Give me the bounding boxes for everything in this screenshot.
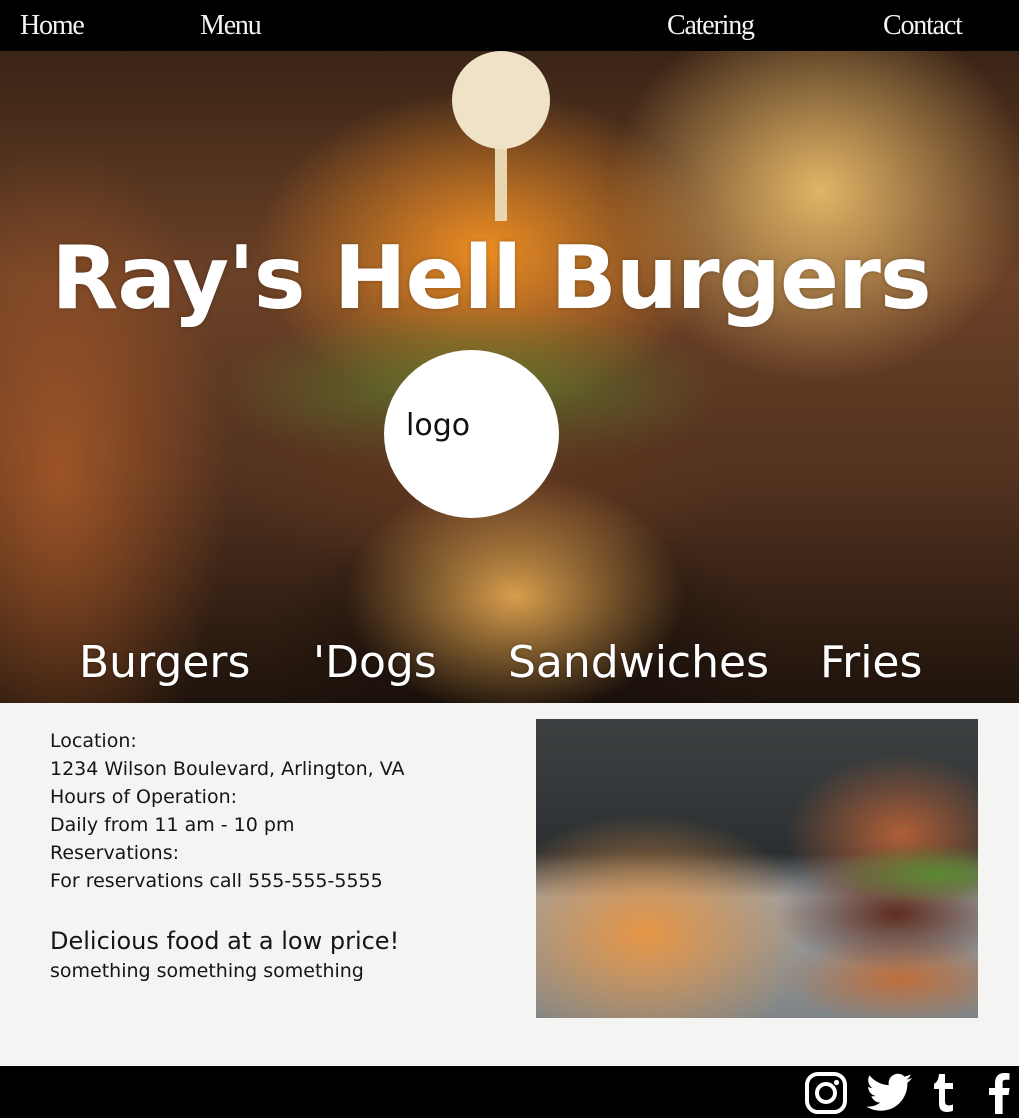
info-section: Location: 1234 Wilson Boulevard, Arlingt… xyxy=(0,703,1019,1066)
hours-value: Daily from 11 am - 10 pm xyxy=(50,814,295,836)
category-burgers-link[interactable]: Burgers xyxy=(79,637,250,688)
category-dogs-link[interactable]: 'Dogs xyxy=(313,637,437,688)
reservations-label: Reservations: xyxy=(50,842,180,864)
nav-menu-link[interactable]: Menu xyxy=(200,10,262,42)
nav-contact-link[interactable]: Contact xyxy=(883,10,963,42)
tagline: Delicious food at a low price! xyxy=(50,927,400,955)
subtagline: something something something xyxy=(50,960,364,982)
top-nav: Home Menu Catering Contact xyxy=(0,0,1019,51)
reservations-value: For reservations call 555-555-5555 xyxy=(50,870,383,892)
nav-home-link[interactable]: Home xyxy=(20,10,85,42)
hours-label: Hours of Operation: xyxy=(50,786,238,808)
burger-pick-stick xyxy=(495,141,507,221)
burger-and-chips-photo xyxy=(536,719,978,1018)
logo[interactable]: logo xyxy=(384,350,559,518)
location-label: Location: xyxy=(50,730,137,752)
burger-pick xyxy=(452,51,550,149)
footer xyxy=(0,1066,1019,1118)
logo-text: logo xyxy=(406,408,471,443)
tumblr-icon[interactable] xyxy=(930,1072,974,1114)
restaurant-info: Location: 1234 Wilson Boulevard, Arlingt… xyxy=(50,727,405,985)
twitter-icon[interactable] xyxy=(866,1072,912,1114)
instagram-icon[interactable] xyxy=(804,1072,848,1114)
nav-catering-link[interactable]: Catering xyxy=(667,10,755,42)
hero-banner: Ray's Hell Burgers logo Burgers 'Dogs Sa… xyxy=(0,51,1019,703)
restaurant-title: Ray's Hell Burgers xyxy=(51,227,931,329)
facebook-icon[interactable] xyxy=(985,1072,1019,1114)
location-address: 1234 Wilson Boulevard, Arlington, VA xyxy=(50,758,405,780)
category-fries-link[interactable]: Fries xyxy=(820,637,922,688)
category-sandwiches-link[interactable]: Sandwiches xyxy=(508,637,769,688)
